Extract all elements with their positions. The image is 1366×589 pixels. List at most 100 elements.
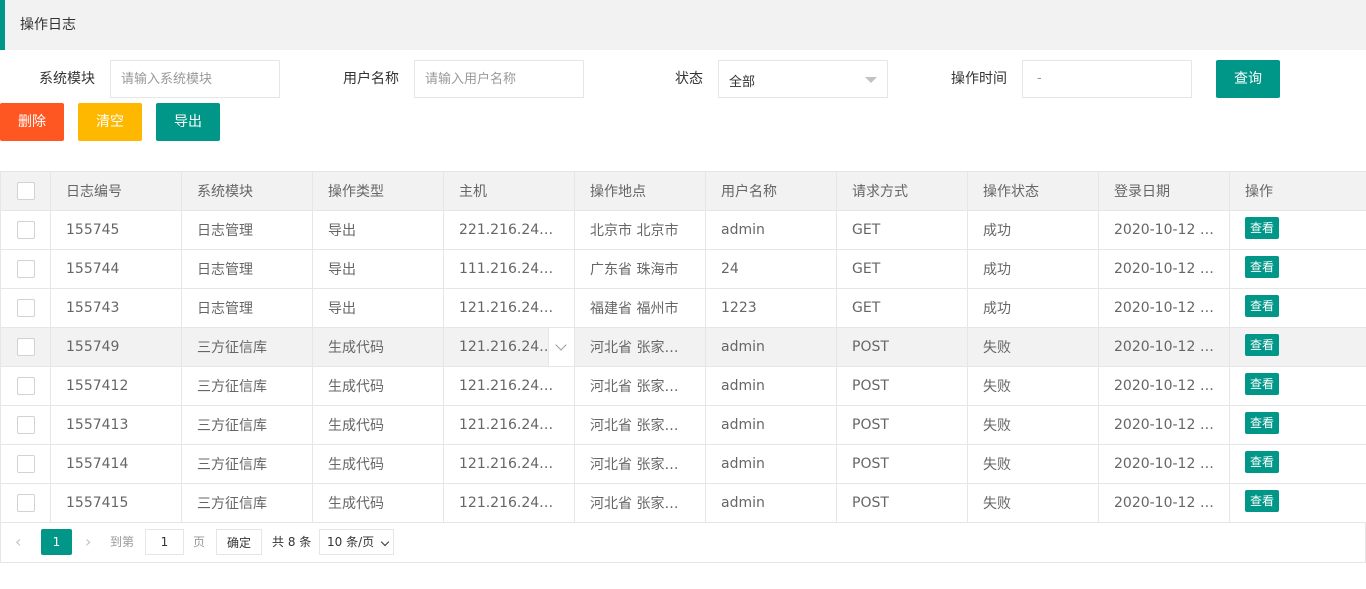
cell-host: 121.216.245.… xyxy=(443,327,575,367)
cell-location: 河北省 张家… xyxy=(574,366,706,406)
view-button[interactable]: 查看 xyxy=(1245,295,1280,317)
cell-module: 三方征信库 xyxy=(181,483,313,523)
view-button[interactable]: 查看 xyxy=(1245,256,1280,278)
row-checkbox[interactable] xyxy=(16,338,35,356)
row-select-cell xyxy=(0,366,51,406)
cell-user: 1223 xyxy=(705,288,837,328)
column-header[interactable]: 系统模块 xyxy=(181,171,313,211)
table-row[interactable]: 1557412 三方征信库 生成代码 121.216.245.… 河北省 张家… admi… xyxy=(0,366,1366,406)
cell-status: 成功 xyxy=(967,249,1099,289)
column-header[interactable]: 操作类型 xyxy=(312,171,444,211)
row-checkbox[interactable] xyxy=(16,299,35,317)
page-size-value: 10 条/页 xyxy=(327,535,375,549)
cell-action: 查看 xyxy=(1229,483,1366,523)
cell-host: 121.216.245.… xyxy=(443,366,575,406)
cell-status: 失败 xyxy=(967,405,1099,445)
user-label: 用户名称 xyxy=(343,71,399,87)
cell-action: 查看 xyxy=(1229,288,1366,328)
table-row[interactable]: 155749 三方征信库 生成代码 121.216.245.… 河北省 张家… admin… xyxy=(0,327,1366,367)
row-checkbox[interactable] xyxy=(16,455,35,473)
column-header[interactable]: 用户名称 xyxy=(705,171,837,211)
cell-id: 155744 xyxy=(50,249,182,289)
view-button[interactable]: 查看 xyxy=(1245,334,1280,356)
cell-method: GET xyxy=(836,249,968,289)
column-header[interactable]: 操作 xyxy=(1229,171,1366,211)
delete-button[interactable]: 删除 xyxy=(0,103,64,141)
cell-location: 河北省 张家… xyxy=(574,444,706,484)
cell-status: 失败 xyxy=(967,327,1099,367)
query-button[interactable]: 查询 xyxy=(1216,60,1280,98)
cell-id: 155745 xyxy=(50,210,182,250)
cell-type: 导出 xyxy=(312,288,444,328)
view-button[interactable]: 查看 xyxy=(1245,217,1280,239)
cell-action: 查看 xyxy=(1229,366,1366,406)
cell-location: 北京市 北京市 xyxy=(574,210,706,250)
cell-date: 2020-10-12 1… xyxy=(1098,444,1230,484)
row-checkbox[interactable] xyxy=(16,416,35,434)
view-button[interactable]: 查看 xyxy=(1245,451,1280,473)
user-search-input[interactable] xyxy=(414,60,584,98)
cell-type: 生成代码 xyxy=(312,483,444,523)
row-checkbox[interactable] xyxy=(16,221,35,239)
table-row[interactable]: 1557415 三方征信库 生成代码 121.216.245.… 河北省 张家… admi… xyxy=(0,483,1366,523)
clear-button[interactable]: 清空 xyxy=(78,103,142,141)
row-checkbox[interactable] xyxy=(16,260,35,278)
pagination: ‹ 1 › 到第 页 确定 共 8 条 10 条/页 xyxy=(0,522,1366,563)
view-button[interactable]: 查看 xyxy=(1245,490,1280,512)
cell-status: 失败 xyxy=(967,444,1099,484)
cell-module: 日志管理 xyxy=(181,249,313,289)
table-row[interactable]: 1557414 三方征信库 生成代码 121.216.245.… 河北省 张家… admi… xyxy=(0,444,1366,484)
export-button[interactable]: 导出 xyxy=(156,103,220,141)
cell-user: admin xyxy=(705,405,837,445)
module-search-input[interactable] xyxy=(110,60,280,98)
view-button[interactable]: 查看 xyxy=(1245,412,1280,434)
cell-type: 生成代码 xyxy=(312,327,444,367)
cell-action: 查看 xyxy=(1229,249,1366,289)
current-page-button[interactable]: 1 xyxy=(41,529,72,555)
expand-chevron-icon[interactable] xyxy=(548,328,574,366)
row-checkbox[interactable] xyxy=(16,494,35,512)
column-header[interactable]: 操作状态 xyxy=(967,171,1099,211)
column-header[interactable]: 操作地点 xyxy=(574,171,706,211)
status-label: 状态 xyxy=(675,71,703,87)
table-row[interactable]: 155744 日志管理 导出 111.216.245.… 广东省 珠海市 24 GET 成功 2… xyxy=(0,249,1366,289)
time-range-input[interactable]: - xyxy=(1022,60,1192,98)
page-size-select[interactable]: 10 条/页 xyxy=(319,529,394,555)
prev-page-icon[interactable]: ‹ xyxy=(15,529,21,555)
log-table: 日志编号 系统模块 操作类型 主机 操作地点 用户名称 请求方式 操作状态 登录… xyxy=(0,171,1366,523)
cell-date: 2020-10-12 1… xyxy=(1098,483,1230,523)
cell-status: 失败 xyxy=(967,483,1099,523)
cell-id: 155749 xyxy=(50,327,182,367)
column-header[interactable]: 日志编号 xyxy=(50,171,182,211)
column-header[interactable]: 主机 xyxy=(443,171,575,211)
cell-action: 查看 xyxy=(1229,210,1366,250)
cell-host: 121.216.245.… xyxy=(443,483,575,523)
cell-action: 查看 xyxy=(1229,327,1366,367)
select-all-checkbox[interactable] xyxy=(16,182,35,200)
cell-id: 155743 xyxy=(50,288,182,328)
cell-user: admin xyxy=(705,327,837,367)
cell-location: 河北省 张家… xyxy=(574,405,706,445)
cell-date: 2020-10-12 1… xyxy=(1098,366,1230,406)
table-row[interactable]: 155745 日志管理 导出 221.216.245.… 北京市 北京市 admin GET… xyxy=(0,210,1366,250)
column-header[interactable]: 请求方式 xyxy=(836,171,968,211)
cell-user: admin xyxy=(705,444,837,484)
cell-method: POST xyxy=(836,405,968,445)
table-row[interactable]: 155743 日志管理 导出 121.216.245.… 福建省 福州市 1223 GET 成… xyxy=(0,288,1366,328)
goto-page-input[interactable] xyxy=(145,529,184,555)
cell-type: 生成代码 xyxy=(312,405,444,445)
next-page-icon[interactable]: › xyxy=(85,529,91,555)
cell-date: 2020-10-12 1… xyxy=(1098,210,1230,250)
cell-method: GET xyxy=(836,210,968,250)
row-checkbox[interactable] xyxy=(16,377,35,395)
column-header[interactable]: 登录日期 xyxy=(1098,171,1230,211)
goto-confirm-button[interactable]: 确定 xyxy=(216,529,262,555)
time-range-value: - xyxy=(1037,71,1042,86)
table-row[interactable]: 1557413 三方征信库 生成代码 121.216.245.… 河北省 张家… admi… xyxy=(0,405,1366,445)
view-button[interactable]: 查看 xyxy=(1245,373,1280,395)
page-unit-label: 页 xyxy=(193,535,206,549)
cell-module: 三方征信库 xyxy=(181,327,313,367)
table-header-row: 日志编号 系统模块 操作类型 主机 操作地点 用户名称 请求方式 操作状态 登录… xyxy=(0,171,1366,211)
cell-type: 生成代码 xyxy=(312,444,444,484)
status-select[interactable]: 全部 xyxy=(718,60,888,98)
